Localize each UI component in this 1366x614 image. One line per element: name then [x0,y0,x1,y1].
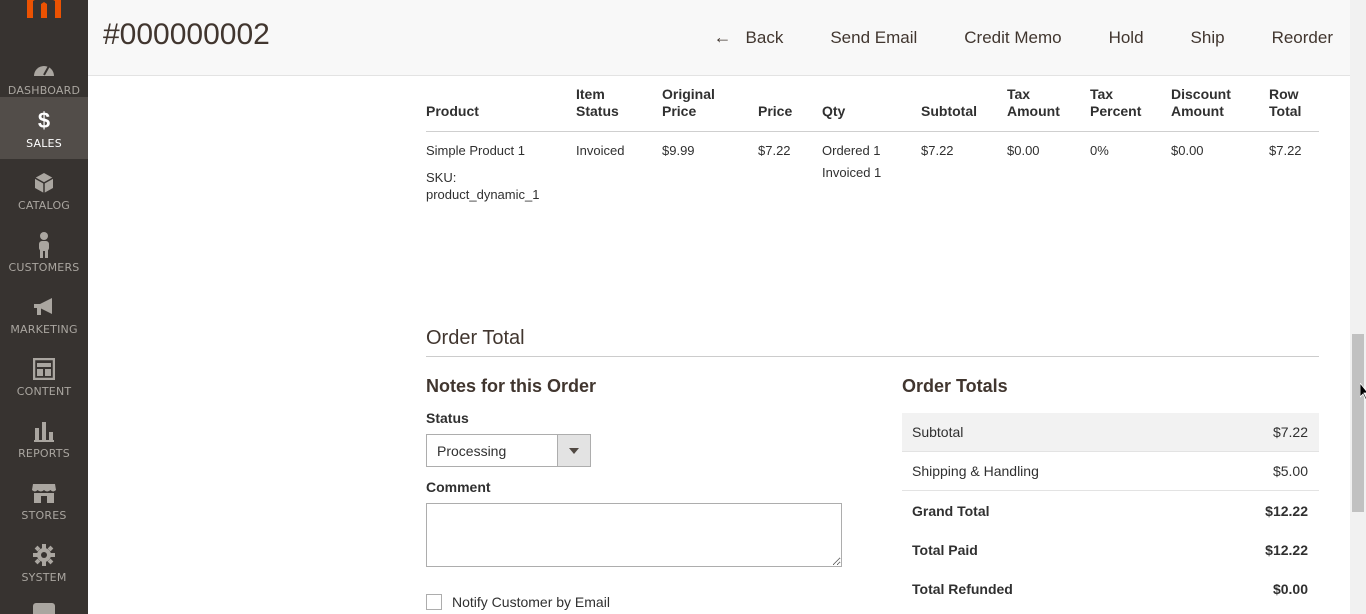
notes-title: Notes for this Order [426,376,597,396]
sidebar-item-label: SYSTEM [21,571,67,584]
comment-label: Comment [426,479,491,495]
reorder-button[interactable]: Reorder [1272,28,1333,48]
order-totals-title: Order Totals [902,376,1008,396]
sidebar-item-label: STORES [21,509,67,522]
scrollbar-thumb[interactable] [1352,334,1364,512]
megaphone-icon [0,295,88,319]
order-total-section-title: Order Total [426,327,525,349]
page-title: #000000002 [103,18,270,51]
admin-sidebar: DASHBOARD $ SALES CATALOG CUSTOMERS MARK… [0,0,88,614]
store-icon [0,481,88,505]
arrow-left-icon: ← [713,27,732,47]
row-total: $7.22 [1269,143,1302,158]
column-header-product: Product [426,103,479,119]
column-header-original-price: Original Price [662,86,715,119]
totals-row-total-refunded: Total Refunded $0.00 [912,581,1308,597]
qty-invoiced: Invoiced 1 [822,165,882,180]
cube-icon [0,171,88,195]
person-icon [0,232,88,258]
page-header: #000000002 ← Back Send Email Credit Memo… [88,0,1350,76]
product-name: Simple Product 1 [426,143,525,158]
subtotal: $7.22 [921,143,954,158]
chevron-down-icon[interactable] [557,435,590,466]
magento-logo-icon[interactable] [27,0,61,18]
credit-memo-button[interactable]: Credit Memo [964,28,1061,48]
ship-button[interactable]: Ship [1191,28,1225,48]
sidebar-item-reports[interactable]: REPORTS [0,407,88,469]
section-divider [426,356,1319,357]
layout-icon [0,357,88,381]
sidebar-item-label: CUSTOMERS [8,261,80,274]
hold-button[interactable]: Hold [1109,28,1144,48]
original-price: $9.99 [662,143,695,158]
comment-textarea[interactable] [426,503,842,567]
status-select-value: Processing [437,443,507,459]
mouse-cursor-icon [1360,383,1366,401]
notify-customer-checkbox[interactable] [426,594,442,610]
dollar-icon: $ [37,108,51,133]
totals-row-total-paid: Total Paid $12.22 [912,542,1308,558]
send-email-button[interactable]: Send Email [830,28,917,48]
product-sku-value: product_dynamic_1 [426,187,540,202]
column-header-discount-amount: Discount Amount [1171,86,1231,119]
sidebar-item-label: REPORTS [18,447,70,460]
column-header-row-total: Row Total [1269,86,1302,119]
page-actions: ← Back Send Email Credit Memo Hold Ship … [714,0,1350,75]
discount-amount: $0.00 [1171,143,1204,158]
totals-row-shipping: Shipping & Handling $5.00 [902,452,1319,491]
sidebar-item-label: CATALOG [17,199,71,212]
notify-customer-label[interactable]: Notify Customer by Email [452,594,610,610]
sidebar-item-customers[interactable]: CUSTOMERS [0,221,88,283]
product-sku-label: SKU: [426,170,457,185]
item-status: Invoiced [576,143,625,158]
gear-icon [0,543,88,567]
totals-row-subtotal: Subtotal $7.22 [902,413,1319,452]
back-button-label: Back [745,27,784,47]
sidebar-item-catalog[interactable]: CATALOG [0,159,88,221]
sidebar-item-sales[interactable]: $ SALES [0,97,88,159]
sidebar-item-system[interactable]: SYSTEM [0,531,88,593]
totals-row-grand-total: Grand Total $12.22 [912,503,1308,519]
column-header-subtotal: Subtotal [921,103,977,119]
sidebar-item-label: CONTENT [16,385,72,398]
sidebar-item-label: DASHBOARD [7,84,81,97]
column-header-price: Price [758,103,793,119]
column-header-tax-percent: Tax Percent [1090,86,1142,119]
back-button[interactable]: ← Back [714,27,784,48]
page-scrollbar[interactable] [1350,0,1366,614]
tax-amount: $0.00 [1007,143,1040,158]
price: $7.22 [758,143,791,158]
sidebar-item-label: MARKETING [10,323,78,336]
qty-ordered: Ordered 1 [822,143,881,158]
sidebar-item-marketing[interactable]: MARKETING [0,283,88,345]
status-select[interactable]: Processing [426,434,591,467]
status-label: Status [426,410,469,426]
tax-percent: 0% [1090,143,1109,158]
column-header-qty: Qty [822,103,846,119]
table-header-divider [426,131,1319,132]
column-header-item-status: Item Status [576,86,619,119]
sidebar-item-stores[interactable]: STORES [0,469,88,531]
column-header-tax-amount: Tax Amount [1007,86,1060,119]
sidebar-item-content[interactable]: CONTENT [0,345,88,407]
sidebar-item-label: SALES [26,137,62,150]
bar-chart-icon [0,419,88,443]
dashboard-icon [0,56,88,80]
partner-icon[interactable] [33,603,55,614]
